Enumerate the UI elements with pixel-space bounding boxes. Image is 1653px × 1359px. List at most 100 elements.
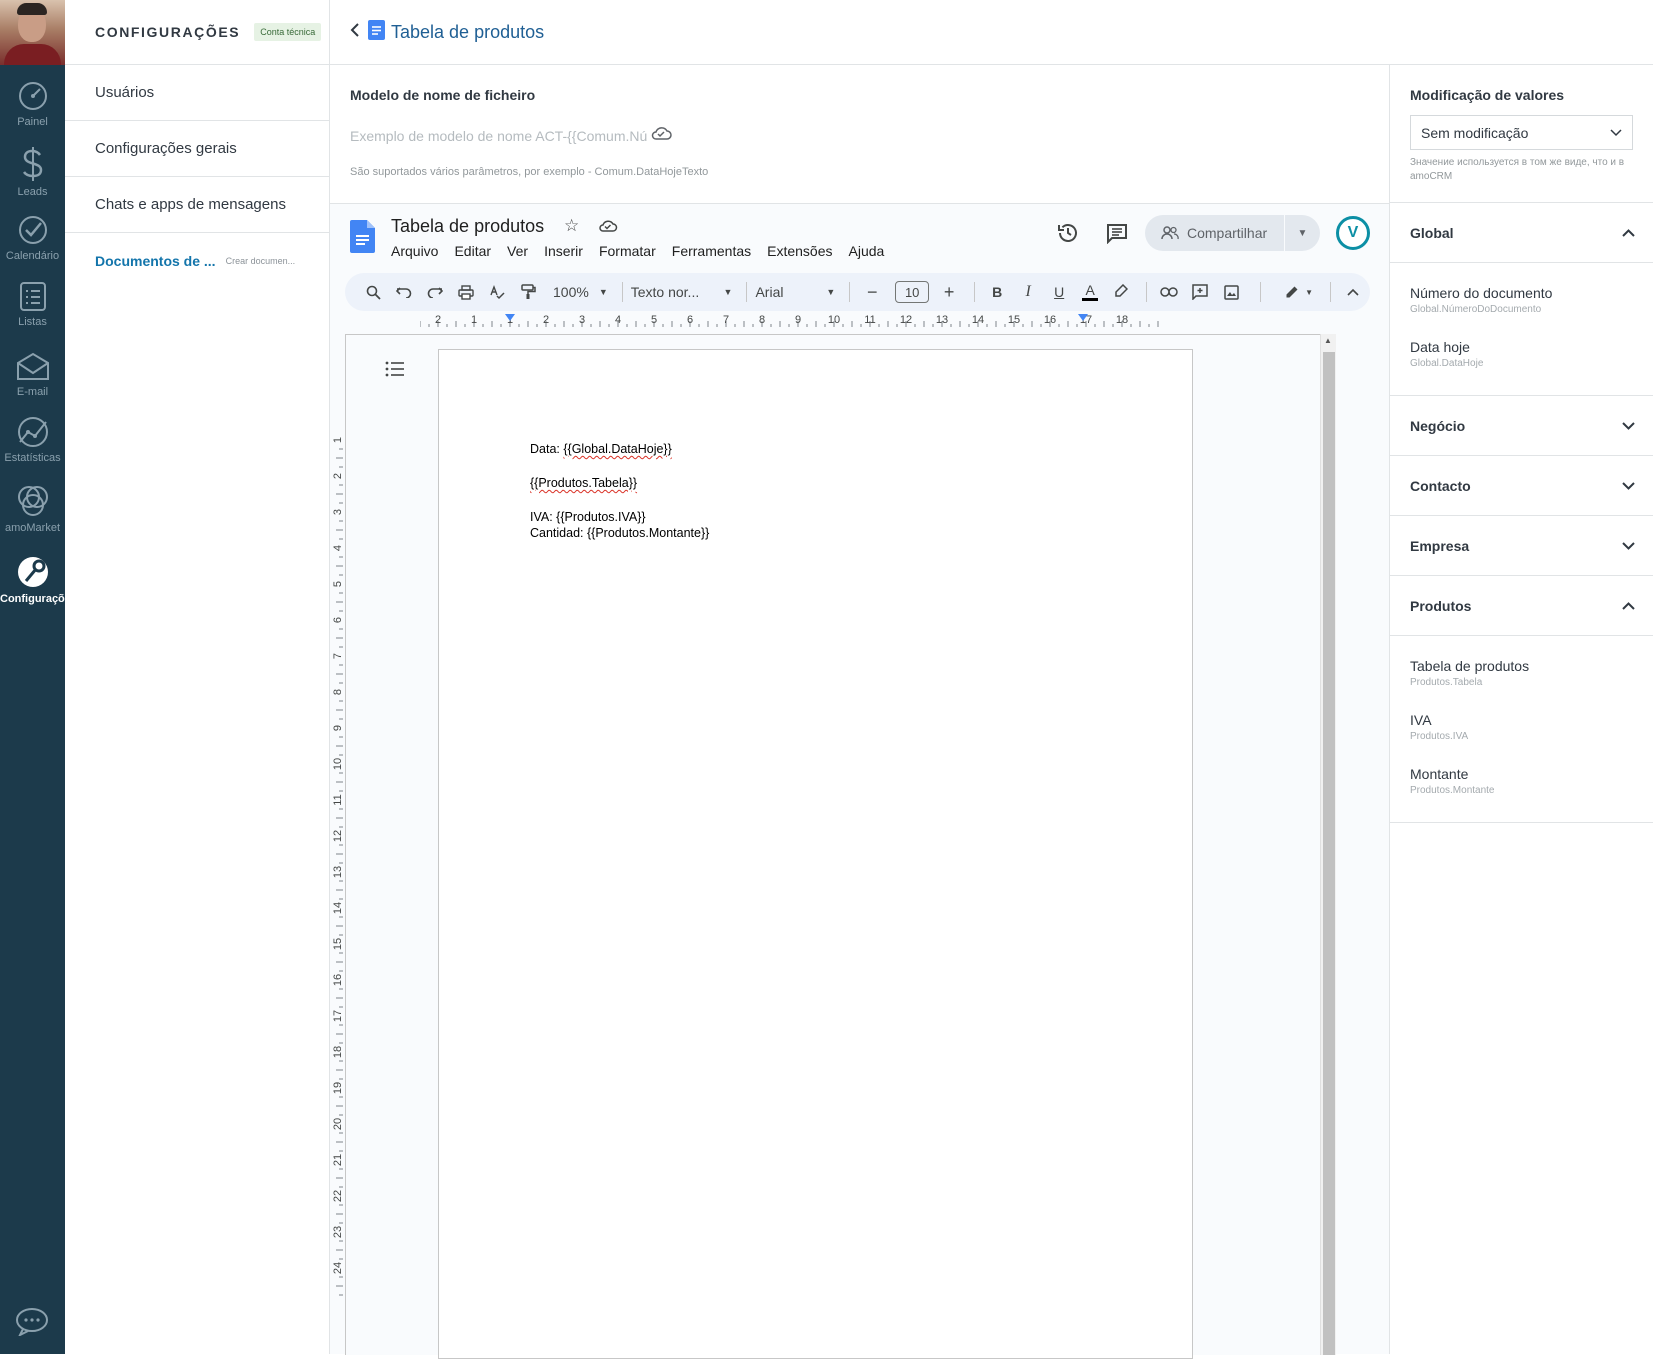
ruler-label: 6 xyxy=(687,314,693,326)
google-docs-editor: Tabela de produtos ☆ Arquivo Editar Ver … xyxy=(330,203,1389,1359)
field-tabela-produtos[interactable]: Tabela de produtos Produtos.Tabela xyxy=(1390,646,1653,700)
docs-title[interactable]: Tabela de produtos xyxy=(391,216,544,237)
chat-button[interactable] xyxy=(15,1306,49,1341)
section-empresa-header[interactable]: Empresa xyxy=(1390,516,1653,576)
value-modification-select[interactable]: Sem modificação xyxy=(1410,115,1633,150)
account-badge: Conta técnica xyxy=(254,23,322,41)
create-document-link[interactable]: Crear documen... xyxy=(226,256,296,266)
rail-item-email[interactable]: E-mail xyxy=(0,352,65,398)
ruler-label: 14 xyxy=(972,314,984,326)
account-avatar[interactable]: V xyxy=(1336,216,1370,250)
share-button[interactable]: Compartilhar ▼ xyxy=(1145,215,1320,251)
undo-icon[interactable] xyxy=(390,278,418,306)
link-icon[interactable] xyxy=(1155,278,1183,306)
doc-variable: {{Produtos.IVA}} xyxy=(556,510,646,524)
field-numero-documento[interactable]: Número do documento Global.NúmeroDoDocum… xyxy=(1390,273,1653,327)
scroll-up-icon[interactable]: ▲ xyxy=(1324,336,1332,345)
share-caret-icon[interactable]: ▼ xyxy=(1285,228,1320,239)
zoom-select[interactable]: 100% ▼ xyxy=(553,284,608,300)
menu-ver[interactable]: Ver xyxy=(507,243,528,259)
menu-arquivo[interactable]: Arquivo xyxy=(391,243,438,259)
menu-inserir[interactable]: Inserir xyxy=(544,243,583,259)
search-icon[interactable] xyxy=(359,278,387,306)
ruler-label: 15 xyxy=(332,938,344,950)
redo-icon[interactable] xyxy=(421,278,449,306)
page-title[interactable]: Tabela de produtos xyxy=(391,22,544,43)
ruler-label: 13 xyxy=(332,866,344,878)
comments-icon[interactable] xyxy=(1106,222,1128,249)
ruler-label: 8 xyxy=(332,689,344,695)
rail-item-configuracoes[interactable]: Configurações xyxy=(0,555,65,605)
settings-item-usuarios[interactable]: Usuários xyxy=(65,65,329,121)
editing-mode-icon[interactable]: ▼ xyxy=(1279,278,1319,306)
settings-item-configuracoes-gerais[interactable]: Configurações gerais xyxy=(65,121,329,177)
filename-input[interactable]: Exemplo de modelo de nome ACT-{{Comum.Nú xyxy=(350,128,650,144)
field-path: Global.NúmeroDoDocumento xyxy=(1410,304,1542,315)
rail-label: Leads xyxy=(17,186,48,198)
menu-extensoes[interactable]: Extensões xyxy=(767,243,832,259)
insert-image-icon[interactable] xyxy=(1217,278,1245,306)
field-name: Número do documento xyxy=(1410,285,1553,301)
ruler-label: 7 xyxy=(723,314,729,326)
font-size-input[interactable]: 10 xyxy=(895,281,930,303)
field-iva[interactable]: IVA Produtos.IVA xyxy=(1390,700,1653,754)
settings-item-chats[interactable]: Chats e apps de mensagens xyxy=(65,177,329,233)
bold-icon[interactable]: B xyxy=(983,278,1011,306)
rail-item-leads[interactable]: Leads xyxy=(0,146,65,198)
highlight-icon[interactable] xyxy=(1107,278,1135,306)
print-icon[interactable] xyxy=(452,278,480,306)
italic-icon[interactable]: I xyxy=(1014,278,1042,306)
user-avatar[interactable] xyxy=(0,0,65,65)
spellcheck-icon[interactable] xyxy=(483,278,511,306)
rail-item-amomarket[interactable]: amoMarket xyxy=(0,484,65,534)
gauge-icon xyxy=(18,82,47,110)
ruler-label: 18 xyxy=(1116,314,1128,326)
filename-hint: São suportados vários parâmetros, por ex… xyxy=(350,166,709,178)
ruler-label: 5 xyxy=(651,314,657,326)
collapse-toolbar-icon[interactable] xyxy=(1339,278,1367,306)
section-produtos-header[interactable]: Produtos xyxy=(1390,576,1653,636)
docs-logo-icon[interactable] xyxy=(350,220,375,258)
menu-editar[interactable]: Editar xyxy=(454,243,491,259)
section-contacto-header[interactable]: Contacto xyxy=(1390,456,1653,516)
increase-font-size-button[interactable]: + xyxy=(935,278,963,306)
variables-panel: Modificação de valores Sem modificação З… xyxy=(1389,65,1653,1354)
section-negocio-header[interactable]: Negócio xyxy=(1390,396,1653,456)
rail-item-painel[interactable]: Painel xyxy=(0,80,65,128)
settings-item-documentos[interactable]: Documentos de ... Crear documen... xyxy=(65,233,329,289)
style-select[interactable]: Texto nor... ▼ xyxy=(631,284,733,300)
scrollbar-thumb[interactable] xyxy=(1323,352,1335,1355)
filename-template-section: Modelo de nome de ficheiro Exemplo de mo… xyxy=(330,65,1390,203)
rail-item-listas[interactable]: Listas xyxy=(0,280,65,328)
ruler-label: 9 xyxy=(795,314,801,326)
underline-icon[interactable]: U xyxy=(1045,278,1073,306)
field-data-hoje[interactable]: Data hoje Global.DataHoje xyxy=(1390,327,1653,381)
paint-format-icon[interactable] xyxy=(514,278,542,306)
ruler-label: 2 xyxy=(543,314,549,326)
cloud-icon[interactable] xyxy=(650,125,672,146)
star-icon[interactable]: ☆ xyxy=(564,216,579,236)
document-scrollbar[interactable]: ▲ xyxy=(1320,334,1336,1355)
text-color-icon[interactable]: A xyxy=(1076,278,1104,306)
chevron-down-icon xyxy=(1622,541,1635,550)
menu-ferramentas[interactable]: Ferramentas xyxy=(672,243,751,259)
decrease-font-size-button[interactable]: − xyxy=(858,278,886,306)
cloud-saved-icon[interactable] xyxy=(598,218,618,237)
rail-item-calendario[interactable]: Calendário xyxy=(0,214,65,262)
chevron-up-icon xyxy=(1622,601,1635,610)
field-montante[interactable]: Montante Produtos.Montante xyxy=(1390,754,1653,808)
settings-item-label: Documentos de ... xyxy=(95,253,216,269)
section-global-header[interactable]: Global xyxy=(1390,203,1653,263)
toolbar-divider xyxy=(974,282,976,302)
document-page[interactable]: Data: {{Global.DataHoje}} {{Produtos.Tab… xyxy=(438,349,1193,1359)
back-icon[interactable] xyxy=(350,22,360,42)
add-comment-icon[interactable] xyxy=(1186,278,1214,306)
menu-formatar[interactable]: Formatar xyxy=(599,243,656,259)
rail-item-estatisticas[interactable]: Estatísticas xyxy=(0,416,65,464)
menu-ajuda[interactable]: Ajuda xyxy=(849,243,885,259)
outline-icon[interactable] xyxy=(385,361,405,382)
ruler-label: 2 xyxy=(435,314,441,326)
ruler-label: 11 xyxy=(332,794,344,805)
history-icon[interactable] xyxy=(1057,222,1079,249)
font-select[interactable]: Arial ▼ xyxy=(755,284,835,300)
